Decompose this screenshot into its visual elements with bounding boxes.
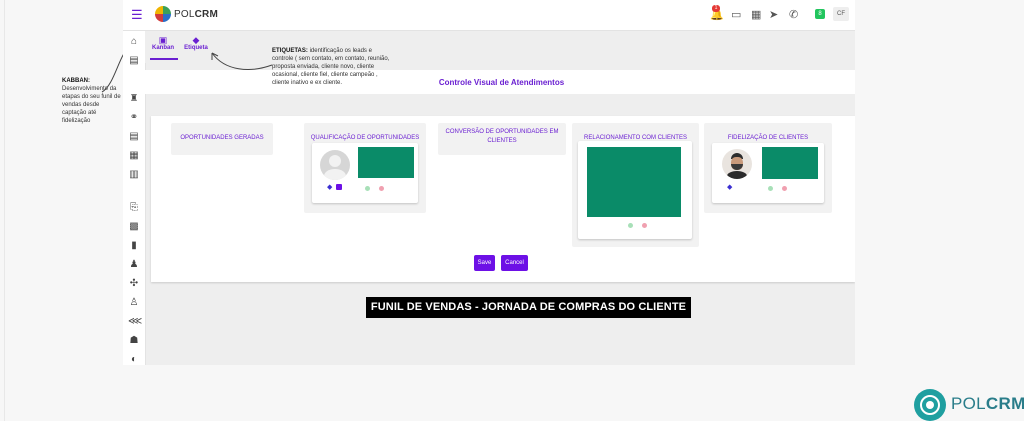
footer-brand-suffix: CRM [985, 394, 1024, 413]
kanban-column: RELACIONAMENTO COM CLIENTES [572, 123, 699, 247]
bot-icon[interactable]: ☗ [128, 336, 140, 346]
active-tab-indicator [150, 58, 178, 60]
brand-prefix: POL [174, 9, 195, 20]
tasks-icon[interactable]: ▥ [128, 170, 140, 180]
send-icon[interactable]: ➤ [769, 9, 778, 21]
tag-icon[interactable]: ◆ [727, 183, 732, 191]
users-icon[interactable]: ♟ [128, 260, 140, 270]
delete-icon[interactable] [642, 223, 647, 228]
column-title: FIDELIZAÇÃO DE CLIENTES [727, 135, 809, 141]
tag-icon[interactable]: ◆ [327, 183, 332, 191]
theme-toggle-icon[interactable]: ◐ [128, 355, 140, 365]
funnel-banner: FUNIL DE VENDAS - JORNADA DE COMPRAS DO … [366, 297, 691, 318]
rocket-icon[interactable]: ♜ [128, 94, 140, 104]
brand-suffix: CRM [194, 9, 218, 20]
delete-icon[interactable] [379, 186, 384, 191]
footer-brand: POLCRM [951, 394, 1024, 414]
calendar-icon[interactable]: ▦ [751, 9, 761, 21]
kanban-sidebar-icon[interactable]: ▦ [128, 151, 140, 161]
lead-card[interactable]: ◆ [312, 143, 418, 203]
flow-icon[interactable]: ⚭ [128, 113, 140, 123]
tag-badge [336, 184, 342, 190]
top-bar: ☰ POLCRM 🔔 1 ▭ ▦ ➤ ✆ 8 CF [123, 0, 855, 31]
column-title: QUALIFICAÇÃO DE OPORTUNIDADES [310, 135, 420, 141]
polcrm-logo-icon [155, 6, 171, 22]
kanban-column: FIDELIZAÇÃO DE CLIENTES ◆ [704, 123, 832, 213]
messages-icon[interactable]: ▤ [128, 56, 140, 66]
etiquetas-note-title: ETIQUETAS: [272, 48, 308, 54]
column-title: OPORTUNIDADES GERADAS [180, 135, 264, 141]
kanban-column: OPORTUNIDADES GERADAS [171, 123, 273, 155]
menu-icon[interactable]: ☰ [131, 8, 143, 21]
left-divider [4, 0, 5, 421]
tab-kanban-label: Kanban [151, 45, 174, 51]
whatsapp-icon[interactable] [365, 186, 370, 191]
footer-brand-prefix: POL [951, 394, 986, 413]
lead-card[interactable] [578, 141, 692, 239]
cancel-button[interactable]: Cancel [501, 255, 528, 271]
column-title: CONVERSÃO DE OPORTUNIDADES EM CLIENTES [445, 129, 559, 144]
phone-icon[interactable]: ✆ [789, 9, 798, 21]
lead-card[interactable]: ◆ [712, 143, 824, 203]
kanban-column: QUALIFICAÇÃO DE OPORTUNIDADES ◆ [304, 123, 426, 213]
user-avatar[interactable]: CF [833, 7, 849, 21]
api-icon[interactable]: ▩ [128, 222, 140, 232]
card-image [762, 147, 818, 179]
tab-kanban[interactable]: ▣ Kanban [148, 35, 178, 51]
tag-icon: ◆ [192, 35, 200, 45]
page-title: Controle Visual de Atendimentos [438, 78, 565, 87]
etiquetas-note: ETIQUETAS: identificação os leads e cont… [272, 47, 390, 87]
integrations-icon[interactable]: ⋘ [128, 317, 142, 327]
notification-badge: 1 [712, 5, 720, 12]
kanban-icon: ▣ [158, 35, 168, 45]
home-icon[interactable]: ⌂ [128, 37, 140, 47]
kabban-note-title: KABBAN: [62, 78, 90, 84]
avatar [722, 149, 752, 179]
polcrm-footer-logo-icon [914, 389, 946, 421]
card-image [587, 147, 681, 217]
status-badge[interactable]: 8 [815, 9, 825, 19]
whatsapp-icon[interactable] [768, 186, 773, 191]
column-title: RELACIONAMENTO COM CLIENTES [584, 135, 687, 141]
chat-list-icon[interactable]: ▤ [128, 132, 140, 142]
save-button[interactable]: Save [474, 255, 495, 271]
card-image [358, 147, 414, 178]
kanban-column: CONVERSÃO DE OPORTUNIDADES EM CLIENTES [438, 123, 566, 155]
network-icon[interactable]: ✣ [128, 279, 140, 289]
avatar [320, 150, 350, 180]
brand-name: POLCRM [174, 9, 218, 20]
queue-icon[interactable]: ⎘ [128, 203, 140, 213]
chat-icon[interactable]: ▭ [731, 9, 741, 21]
whatsapp-icon[interactable] [628, 223, 633, 228]
document-icon[interactable]: ▮ [128, 241, 140, 251]
admin-icon[interactable]: ♙ [128, 298, 140, 308]
etiquetas-arrow [211, 52, 273, 70]
delete-icon[interactable] [782, 186, 787, 191]
